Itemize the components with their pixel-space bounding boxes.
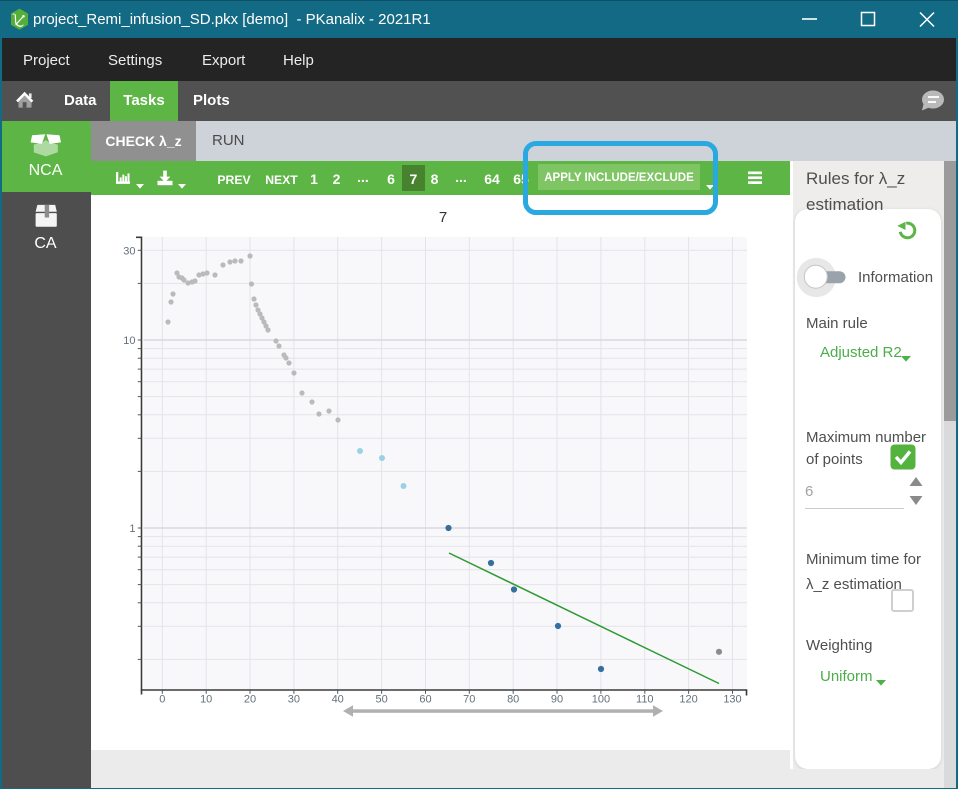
svg-text:40: 40	[332, 694, 344, 706]
svg-text:50: 50	[375, 694, 387, 706]
svg-text:10: 10	[123, 335, 135, 347]
svg-text:100: 100	[592, 694, 610, 706]
svg-text:70: 70	[463, 694, 475, 706]
svg-text:90: 90	[551, 694, 563, 706]
svg-text:110: 110	[636, 694, 654, 706]
svg-text:7: 7	[439, 209, 447, 226]
svg-text:0: 0	[159, 694, 165, 706]
svg-text:120: 120	[679, 694, 697, 706]
svg-text:130: 130	[723, 694, 741, 706]
svg-text:30: 30	[288, 694, 300, 706]
svg-text:10: 10	[200, 694, 212, 706]
svg-text:20: 20	[244, 694, 256, 706]
svg-text:60: 60	[419, 694, 431, 706]
svg-text:80: 80	[507, 694, 519, 706]
svg-text:30: 30	[123, 245, 135, 257]
svg-text:1: 1	[129, 523, 135, 535]
